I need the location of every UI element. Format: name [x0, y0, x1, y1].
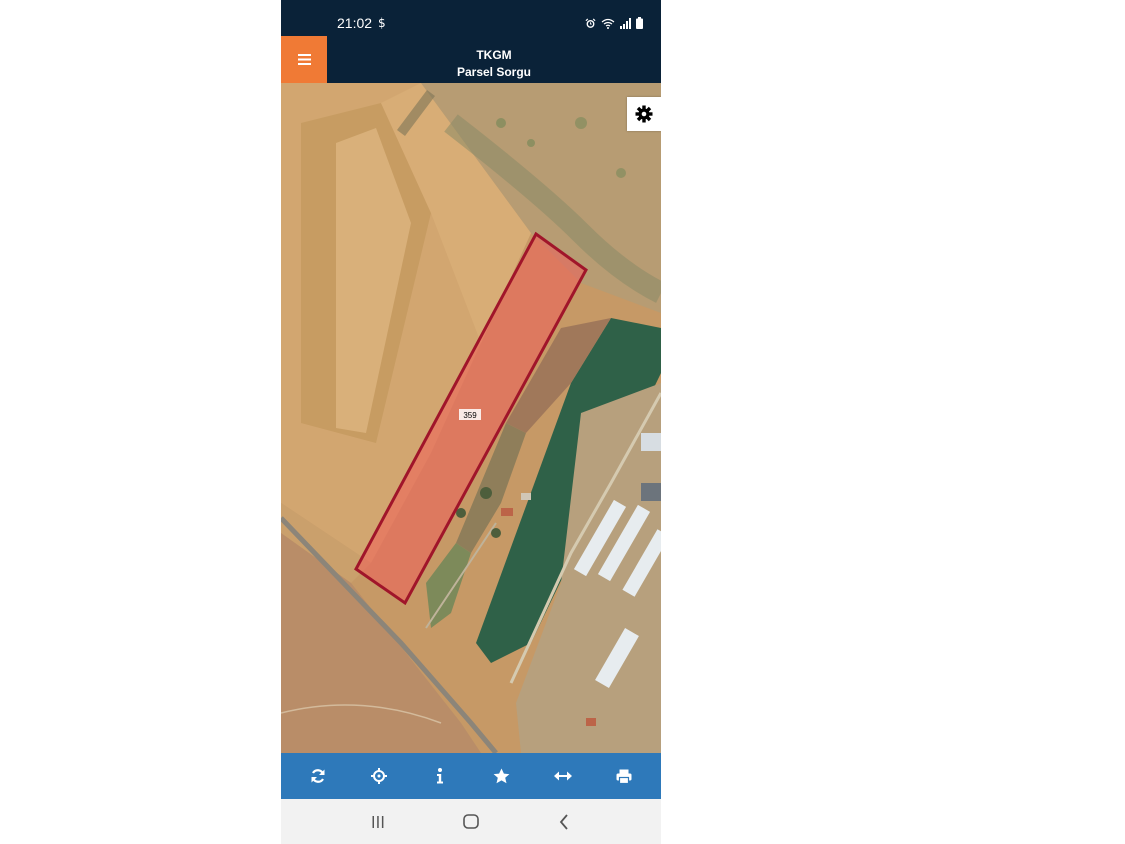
status-time: 21:02: [337, 15, 373, 31]
app-title: TKGM: [476, 48, 512, 62]
alarm-icon: [585, 17, 596, 28]
recent-apps-icon: [372, 815, 384, 828]
star-icon: [493, 768, 510, 784]
back-button[interactable]: [544, 802, 584, 842]
home-button[interactable]: [451, 802, 491, 842]
signal-icon: [620, 17, 631, 29]
phone-screen: 21:02 $ TKGM Parsel Sorgu 359: [281, 0, 661, 844]
locate-button[interactable]: [359, 756, 399, 796]
status-icons: [585, 15, 643, 31]
refresh-icon: [311, 769, 325, 783]
map-view[interactable]: 359: [281, 83, 661, 753]
app-subtitle: Parsel Sorgu: [456, 65, 532, 79]
locate-crosshair-icon: [370, 768, 387, 784]
home-icon: [463, 814, 479, 829]
satellite-map: 359: [281, 83, 661, 753]
info-button[interactable]: [420, 756, 460, 796]
print-button[interactable]: [604, 756, 644, 796]
app-bar: TKGM Parsel Sorgu: [281, 36, 661, 83]
parcel-number-label: 359: [463, 411, 477, 420]
menu-button[interactable]: [281, 36, 327, 83]
status-bar: 21:02 $: [281, 0, 661, 36]
status-extra-symbol: $: [378, 16, 386, 30]
measure-button[interactable]: [543, 756, 583, 796]
system-nav-bar: [281, 799, 661, 844]
back-icon: [560, 813, 568, 830]
print-icon: [616, 769, 632, 784]
measure-arrows-icon: [553, 771, 572, 781]
settings-button[interactable]: [627, 97, 661, 131]
battery-icon: [636, 17, 643, 29]
gear-icon: [635, 105, 653, 123]
info-icon: [437, 768, 444, 784]
hamburger-menu-icon: [297, 54, 311, 65]
map-toolbar: [281, 753, 661, 799]
wifi-icon: [601, 18, 615, 29]
refresh-button[interactable]: [298, 756, 338, 796]
favorite-button[interactable]: [482, 756, 522, 796]
recent-apps-button[interactable]: [358, 802, 398, 842]
